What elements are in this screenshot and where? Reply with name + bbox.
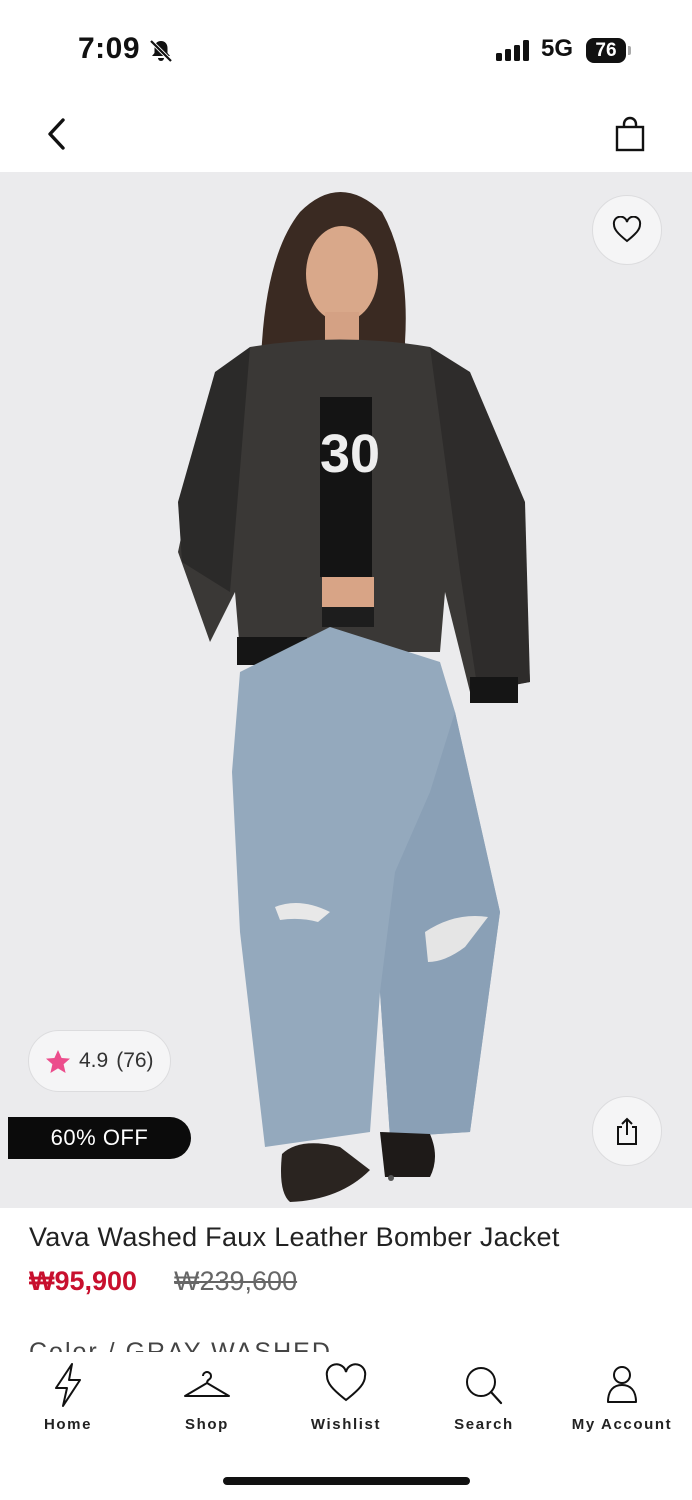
product-title: Vava Washed Faux Leather Bomber Jacket xyxy=(29,1222,560,1252)
nav-home[interactable]: Home xyxy=(8,1362,128,1433)
nav-shop-label: Shop xyxy=(185,1416,229,1433)
home-indicator[interactable] xyxy=(223,1477,470,1485)
back-button[interactable] xyxy=(36,112,76,156)
chevron-left-icon xyxy=(48,118,65,150)
sale-price: ₩95,900 xyxy=(29,1266,138,1296)
nav-home-label: Home xyxy=(43,1416,93,1433)
nav-wishlist-label: Wishlist xyxy=(310,1416,382,1433)
nav-account[interactable]: My Account xyxy=(562,1362,682,1433)
nav-account-label: My Account xyxy=(571,1416,673,1433)
network-type: 5G xyxy=(541,35,574,62)
bell-muted-icon xyxy=(148,38,174,69)
carousel-indicator xyxy=(388,1175,394,1181)
shopping-bag-icon xyxy=(615,116,645,152)
wishlist-button[interactable] xyxy=(592,195,662,265)
nav-search[interactable]: Search xyxy=(424,1362,544,1433)
share-icon xyxy=(617,1117,637,1145)
nav-search-label: Search xyxy=(454,1416,514,1433)
share-button[interactable] xyxy=(592,1096,662,1166)
account-icon xyxy=(607,1366,637,1403)
bolt-icon xyxy=(55,1363,81,1407)
battery-level: 76 xyxy=(586,38,626,63)
rating-value: 4.9 xyxy=(79,1049,109,1072)
discount-tag: 60% OFF xyxy=(8,1117,191,1159)
nav-shop[interactable]: Shop xyxy=(147,1362,267,1433)
heart-icon xyxy=(325,1363,367,1402)
heart-icon xyxy=(612,216,642,243)
rating-badge[interactable]: 4.9 (76) xyxy=(28,1030,171,1092)
review-count: (76) xyxy=(116,1049,154,1072)
battery-icon: 76 xyxy=(586,38,632,63)
status-time: 7:09 xyxy=(78,32,141,65)
svg-text:30: 30 xyxy=(320,424,380,484)
cart-button[interactable] xyxy=(610,112,650,156)
nav-wishlist[interactable]: Wishlist xyxy=(286,1362,406,1433)
signal-icon xyxy=(496,40,529,61)
star-icon xyxy=(46,1049,70,1073)
original-price: ₩239,600 xyxy=(174,1266,298,1296)
search-icon xyxy=(466,1367,503,1405)
hanger-icon xyxy=(184,1371,230,1397)
